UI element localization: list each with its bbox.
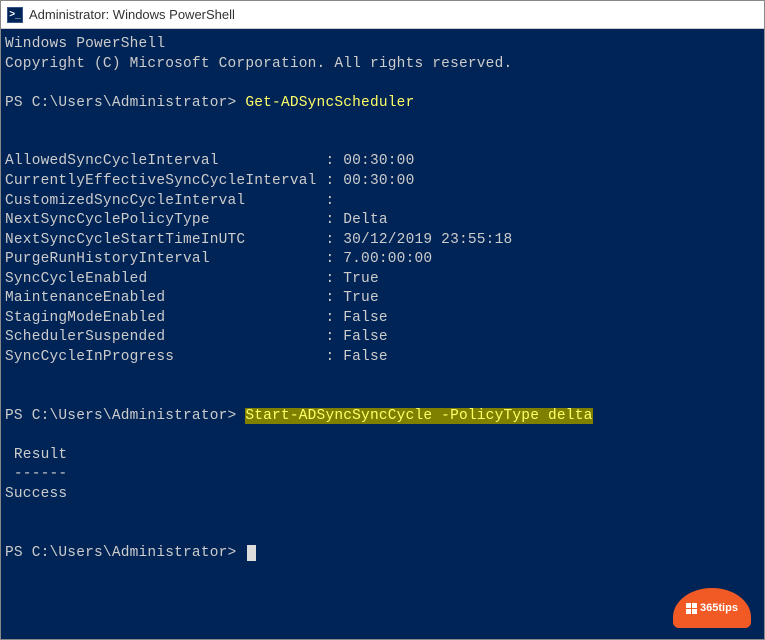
property-line: StagingModeEnabled : False	[5, 309, 760, 329]
terminal-line	[5, 505, 760, 525]
terminal-line	[5, 387, 760, 407]
terminal-area[interactable]: Windows PowerShellCopyright (C) Microsof…	[1, 29, 764, 639]
property-line: SchedulerSuspended : False	[5, 328, 760, 348]
prompt-line: PS C:\Users\Administrator> Get-ADSyncSch…	[5, 94, 760, 114]
result-header: Result	[5, 446, 760, 466]
prompt-line: PS C:\Users\Administrator> Start-ADSyncS…	[5, 407, 760, 427]
property-line: PurgeRunHistoryInterval : 7.00:00:00	[5, 250, 760, 270]
cursor	[247, 545, 256, 561]
property-line: CurrentlyEffectiveSyncCycleInterval : 00…	[5, 172, 760, 192]
titlebar[interactable]: >_ Administrator: Windows PowerShell	[1, 1, 764, 29]
office-icon	[686, 603, 697, 614]
prompt-line: PS C:\Users\Administrator>	[5, 544, 760, 564]
terminal-line: Windows PowerShell	[5, 35, 760, 55]
result-divider: ------	[5, 465, 760, 485]
watermark-text: 365tips	[700, 602, 738, 614]
highlighted-command: Start-ADSyncSyncCycle -PolicyType delta	[245, 408, 592, 424]
property-line: NextSyncCyclePolicyType : Delta	[5, 211, 760, 231]
terminal-line	[5, 113, 760, 133]
property-line: SyncCycleInProgress : False	[5, 348, 760, 368]
terminal-line	[5, 524, 760, 544]
terminal-line	[5, 426, 760, 446]
powershell-icon: >_	[7, 7, 23, 23]
property-line: CustomizedSyncCycleInterval :	[5, 192, 760, 212]
terminal-line: Copyright (C) Microsoft Corporation. All…	[5, 55, 760, 75]
powershell-window: >_ Administrator: Windows PowerShell Win…	[0, 0, 765, 640]
powershell-icon-glyph: >_	[9, 9, 20, 20]
property-line: NextSyncCycleStartTimeInUTC : 30/12/2019…	[5, 231, 760, 251]
terminal-line	[5, 368, 760, 388]
property-line: AllowedSyncCycleInterval : 00:30:00	[5, 152, 760, 172]
terminal-line	[5, 74, 760, 94]
terminal-line	[5, 133, 760, 153]
property-line: MaintenanceEnabled : True	[5, 289, 760, 309]
window-title: Administrator: Windows PowerShell	[29, 7, 235, 22]
result-value: Success	[5, 485, 760, 505]
command-text: Get-ADSyncScheduler	[245, 95, 414, 111]
property-line: SyncCycleEnabled : True	[5, 270, 760, 290]
